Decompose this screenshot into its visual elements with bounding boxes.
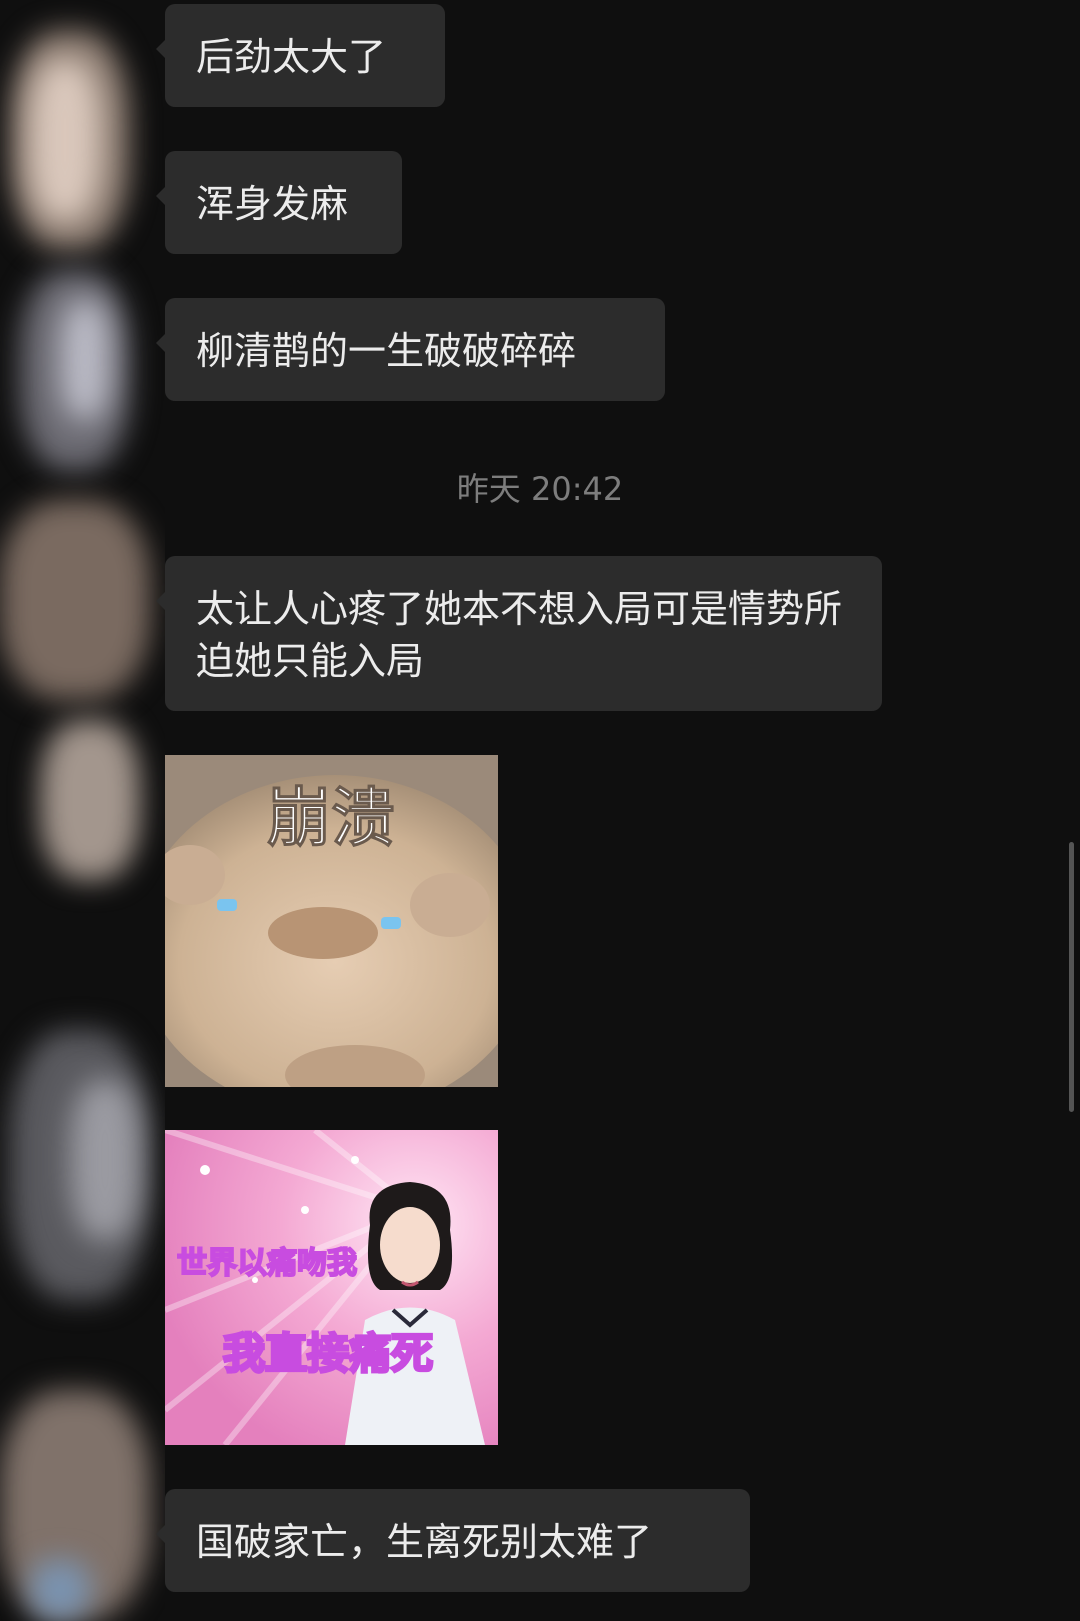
sticker-crying-hamster[interactable]: 崩溃 [165, 755, 498, 1087]
sticker-caption: 崩溃 [267, 782, 395, 856]
sticker-caption-bottom: 我直接痛死 [223, 1329, 433, 1378]
sticker-caption-top: 世界以痛吻我 [177, 1246, 357, 1281]
message-text: 浑身发麻 [196, 182, 349, 226]
message-text: 后劲太大了 [196, 35, 387, 79]
message-bubble[interactable]: 后劲太大了 [156, 4, 445, 107]
blurred-avatar-column [0, 0, 165, 1621]
message-bubble[interactable]: 太让人心疼了她本不想入局可是情势所迫她只能入局 [156, 556, 882, 711]
scrollbar[interactable] [1069, 842, 1074, 1112]
message-bubble[interactable]: 柳清鹊的一生破破碎碎 [156, 298, 665, 401]
crying-hamster-sticker-icon: 崩溃 [165, 755, 498, 1087]
message-text: 太让人心疼了她本不想入局可是情势所迫她只能入局 [196, 587, 843, 683]
message-timestamp: 昨天 20:42 [456, 470, 624, 508]
message-text: 国破家亡，生离死别太难了 [196, 1520, 653, 1564]
message-bubble[interactable]: 浑身发麻 [156, 151, 402, 254]
message-text: 柳清鹊的一生破破碎碎 [196, 329, 577, 373]
sticker-girl[interactable]: 世界以痛吻我 我直接痛死 [165, 1130, 498, 1445]
message-bubble[interactable]: 国破家亡，生离死别太难了 [156, 1489, 750, 1592]
girl-pink-sparkle-sticker-icon: 世界以痛吻我 我直接痛死 [165, 1130, 498, 1445]
